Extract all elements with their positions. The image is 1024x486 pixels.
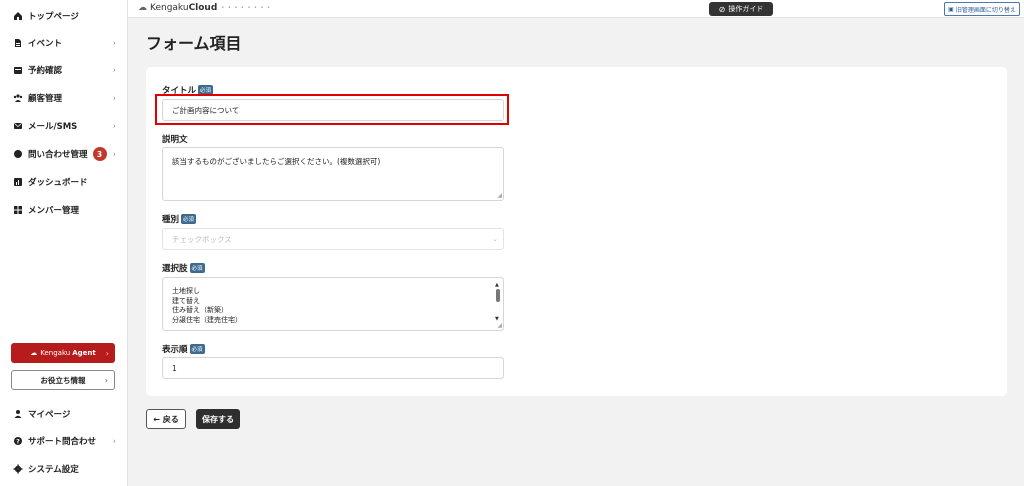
sidebar-item-label: 顧客管理 [28,94,63,104]
sidebar-item-label: トップページ [28,12,79,22]
switch-legacy-admin-button[interactable]: ▣ 旧管理画面に切り替え [944,2,1020,16]
resize-handle-icon[interactable]: ◢ [497,323,502,329]
sidebar-item-label: 予約確認 [28,66,63,76]
type-label: 種別 必須 [162,213,197,225]
sidebar-item-label: ダッシュボード [28,178,88,188]
sidebar-item-label: メール/SMS [28,122,78,132]
kengaku-agent-button[interactable]: ☁ Kengaku Agent › [11,343,115,363]
option-line: 建て替え [172,296,200,305]
sidebar-item-event[interactable]: イベント › [0,33,128,53]
compass-icon: ⊘ [718,4,726,14]
sidebar-item-label: システム設定 [28,465,79,475]
sidebar: トップページ イベント › 予約確認 › 顧客管理 › メール/SMS › 問い… [0,0,128,486]
gear-icon [13,464,23,474]
back-button[interactable]: ← 戻る [146,409,186,429]
kengaku-cloud-logo[interactable]: ☁ Kengaku Cloud • • • • • • • • [138,3,271,13]
cloud-icon: ☁ [138,3,147,13]
description-label-text: 説明文 [162,135,188,145]
sidebar-item-mail[interactable]: メール/SMS › [0,116,128,136]
cloud-icon: ☁ [30,349,38,357]
required-badge: 必須 [189,344,205,354]
top-header: ☁ Kengaku Cloud • • • • • • • • ⊘ 操作ガイド ▣… [128,0,1024,18]
options-label: 選択肢 必須 [162,262,205,274]
agent-button-prefix: Kengaku [40,349,71,357]
save-button[interactable]: 保存する [196,409,240,429]
chevron-right-icon: › [105,348,109,358]
chevron-right-icon: › [112,436,116,446]
sidebar-item-label: メンバー管理 [28,206,80,216]
mail-icon [13,121,23,131]
page-title: フォーム項目 [146,34,242,53]
operation-guide-button[interactable]: ⊘ 操作ガイド [709,2,773,16]
sidebar-item-top[interactable]: トップページ [0,6,128,26]
guide-button-label: 操作ガイド [728,5,764,13]
users-icon [13,93,23,103]
logo-prefix: Kengaku [150,3,189,13]
sidebar-item-support[interactable]: ? サポート問合わせ › [0,431,128,451]
sidebar-item-label: イベント [28,39,63,49]
required-badge: 必須 [189,263,205,273]
type-label-text: 種別 [162,215,180,225]
option-line: 分譲住宅（建売住宅） [172,315,242,324]
sidebar-item-dashboard[interactable]: ダッシュボード [0,172,128,192]
sidebar-item-members[interactable]: メンバー管理 [0,200,128,220]
sidebar-item-customers[interactable]: 顧客管理 › [0,88,128,108]
required-badge: 必須 [181,214,197,224]
document-icon [13,38,23,48]
agent-button-bold: Agent [72,349,96,357]
switch-button-label: 旧管理画面に切り替え [955,6,1016,14]
order-label-text: 表示順 [162,345,188,355]
switch-icon: ▣ [948,5,954,13]
options-textarea[interactable]: 土地探し 建て替え 住み替え（新築） 分譲住宅（建売住宅） ▲ ▼ ◢ [162,277,504,331]
home-icon [13,11,23,21]
display-order-input[interactable]: 1 [162,357,504,379]
options-scrollbar[interactable]: ▲ ▼ [495,281,501,327]
description-label: 説明文 [162,133,188,145]
chevron-right-icon: › [112,38,116,48]
description-value: 該当するものがございましたらご選択ください。(複数選択可) [172,157,381,166]
chart-icon [13,177,23,187]
sidebar-item-mypage[interactable]: マイページ [0,404,128,424]
sidebar-item-inquiries[interactable]: 問い合わせ管理 3 › [0,144,128,164]
notification-badge: 3 [92,147,107,161]
chevron-right-icon: › [104,375,108,385]
options-label-text: 選択肢 [162,264,188,274]
order-label: 表示順 必須 [162,343,205,355]
logo-tagline: • • • • • • • • [221,5,272,11]
chevron-right-icon: › [112,149,116,159]
option-line: 土地探し [172,287,200,295]
person-icon [13,409,23,419]
sidebar-item-settings[interactable]: システム設定 [0,459,128,479]
chevron-right-icon: › [112,65,116,75]
chat-icon [13,149,23,159]
chevron-right-icon: › [112,121,116,131]
chevron-down-icon: ⌄ [492,235,498,243]
type-select[interactable]: チェックボックス ⌄ [162,228,504,250]
sidebar-item-label: マイページ [28,410,71,420]
calendar-icon [13,65,23,75]
resize-handle-icon[interactable]: ◢ [497,193,502,199]
highlight-box [155,94,509,125]
chevron-right-icon: › [112,93,116,103]
sidebar-item-label: 問い合わせ管理 [28,150,88,160]
logo-bold: Cloud [188,3,218,13]
help-icon: ? [13,436,23,446]
scroll-thumb[interactable] [496,289,500,302]
option-line: 住み替え（新築） [172,306,228,314]
grid-icon [13,205,23,215]
svg-text:?: ? [16,438,20,445]
description-textarea[interactable]: 該当するものがございましたらご選択ください。(複数選択可) ◢ [162,147,504,201]
sidebar-item-reservation[interactable]: 予約確認 › [0,60,128,80]
info-button-label: お役立ち情報 [40,375,86,385]
type-select-value: チェックボックス [172,234,232,244]
sidebar-item-label: サポート問合わせ [28,437,97,447]
useful-info-button[interactable]: お役立ち情報 › [11,370,115,390]
